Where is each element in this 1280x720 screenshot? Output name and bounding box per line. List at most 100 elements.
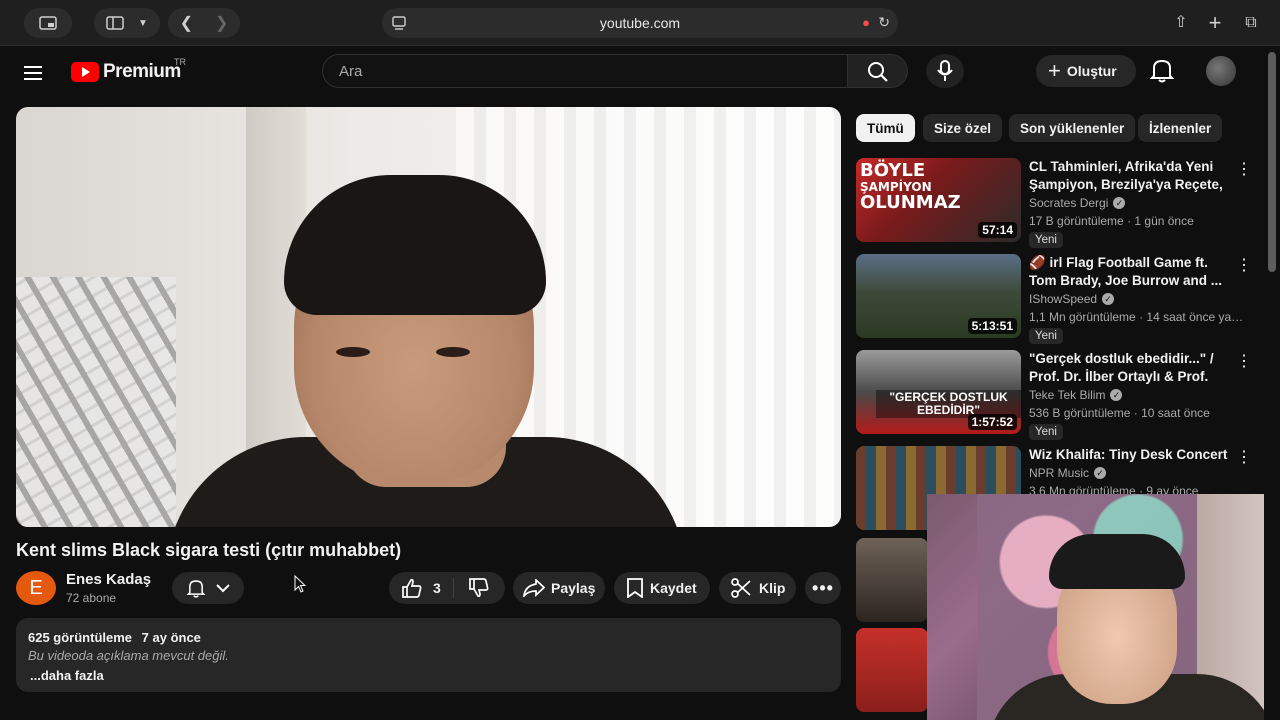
recommendation-channel[interactable]: Socrates Dergi ✓	[1029, 196, 1126, 210]
like-count: 3	[433, 580, 441, 596]
recommendation-item[interactable]: "GERÇEK DOSTLUK EBEDİDİR" 1:57:52 "Gerçe…	[856, 350, 1252, 440]
url-text: youtube.com	[599, 15, 681, 31]
video-frame-tiles	[16, 277, 176, 527]
video-duration: 1:57:52	[967, 414, 1017, 430]
microphone-icon	[937, 60, 953, 81]
video-thumbnail[interactable]	[856, 538, 928, 622]
mouse-cursor-icon	[294, 575, 306, 593]
bell-icon	[186, 580, 206, 598]
chip-recently-uploaded[interactable]: Son yüklenenler	[1009, 114, 1136, 142]
description-text: Bu videoda açıklama mevcut değil.	[28, 648, 229, 663]
youtube-premium-logo[interactable]: Premium TR	[71, 57, 186, 83]
sidebar-toggle-button[interactable]: ▼	[94, 8, 160, 38]
microphone-icon[interactable]: ●	[862, 15, 870, 30]
search-icon	[868, 62, 888, 82]
recommendation-item[interactable]: BÖYLE ŞAMPİYON OLUNMAZ 57:14 CL Tahminleri…	[856, 158, 1252, 248]
save-label: Kaydet	[650, 580, 697, 596]
new-badge: Yeni	[1029, 328, 1063, 344]
notifications-button[interactable]	[1149, 57, 1178, 85]
recommendation-channel[interactable]: IShowSpeed ✓	[1029, 292, 1115, 306]
share-button[interactable]: Paylaş	[513, 572, 605, 604]
share-label: Paylaş	[551, 580, 596, 596]
video-thumbnail[interactable]: BÖYLE ŞAMPİYON OLUNMAZ 57:14	[856, 158, 1021, 242]
recommendation-meta: 1,1 Mn görüntüleme · 14 saat önce yayın.…	[1029, 310, 1249, 324]
verified-check-icon: ✓	[1094, 467, 1107, 479]
video-thumbnail[interactable]	[856, 628, 928, 712]
save-button[interactable]: Kaydet	[614, 572, 710, 604]
address-bar[interactable]: youtube.com ● ↻	[382, 8, 898, 38]
channel-name[interactable]: Enes Kadaş	[66, 571, 151, 588]
clip-button[interactable]: Klip	[719, 572, 796, 604]
chip-watched[interactable]: İzlenenler	[1138, 114, 1223, 142]
subscription-notifications-button[interactable]	[172, 572, 244, 604]
upload-date: 7 ay önce	[141, 630, 201, 645]
video-thumbnail[interactable]: "GERÇEK DOSTLUK EBEDİDİR" 1:57:52	[856, 350, 1021, 434]
recommendation-channel[interactable]: NPR Music ✓	[1029, 466, 1107, 480]
new-badge: Yeni	[1029, 424, 1063, 440]
video-frame-eye	[436, 347, 470, 357]
voice-search-button[interactable]	[926, 54, 964, 88]
video-duration: 5:13:51	[967, 318, 1017, 334]
tabs-icon	[39, 16, 57, 30]
description-meta: 625 görüntüleme 7 ay önce	[28, 630, 829, 645]
scrollbar-thumb[interactable]	[1268, 52, 1276, 272]
chevron-down-icon	[216, 584, 230, 593]
share-arrow-icon	[523, 579, 545, 597]
like-divider	[452, 578, 454, 598]
search-button[interactable]	[848, 54, 908, 88]
kebab-menu-icon[interactable]: ⋮	[1236, 162, 1252, 178]
more-actions-button[interactable]: •••	[805, 572, 841, 604]
like-dislike-group: 3	[389, 572, 505, 604]
recommendation-title[interactable]: 🏈 irl Flag Football Game ft. Tom Brady, …	[1029, 254, 1229, 290]
logo-region: TR	[174, 57, 186, 67]
thumbs-up-icon[interactable]	[401, 578, 423, 598]
verified-check-icon: ✓	[1113, 197, 1126, 209]
recommendation-title[interactable]: CL Tahminleri, Afrika'da Yeni Şampiyon, …	[1029, 158, 1229, 194]
recommendation-channel[interactable]: Teke Tek Bilim ✓	[1029, 388, 1123, 402]
back-button[interactable]: ❮	[180, 13, 193, 33]
view-count: 625 görüntüleme	[28, 630, 133, 645]
thumbs-down-icon[interactable]	[468, 578, 490, 598]
recommendation-title[interactable]: Wiz Khalifa: Tiny Desk Concert	[1029, 446, 1229, 464]
reload-icon[interactable]: ↻	[878, 14, 890, 31]
channel-avatar[interactable]: E	[16, 571, 56, 605]
share-icon[interactable]: ⇧	[1170, 12, 1192, 34]
create-button[interactable]: + Oluştur	[1036, 55, 1136, 87]
bell-icon	[1149, 59, 1175, 83]
recommendation-meta: 536 B görüntüleme · 10 saat önce	[1029, 406, 1210, 420]
account-avatar[interactable]	[1206, 56, 1236, 86]
forward-button[interactable]: ❯	[215, 13, 228, 33]
navigation-buttons: ❮ ❯	[168, 8, 240, 38]
sidebar-icon	[106, 16, 124, 30]
webcam-person-cap	[1049, 534, 1185, 589]
video-frame-eye	[336, 347, 370, 357]
verified-check-icon: ✓	[1102, 293, 1115, 305]
video-thumbnail[interactable]: 5:13:51	[856, 254, 1021, 338]
subscriber-count: 72 abone	[66, 591, 117, 605]
show-more-link[interactable]: ...daha fazla	[28, 668, 829, 683]
clip-label: Klip	[759, 580, 786, 596]
kebab-menu-icon[interactable]: ⋮	[1236, 450, 1252, 466]
tab-overview-button[interactable]	[24, 8, 72, 38]
recommendation-title[interactable]: "Gerçek dostluk ebedidir..." / Prof. Dr.…	[1029, 350, 1229, 386]
tab-grid-icon[interactable]: ⧉	[1240, 12, 1262, 34]
search-input[interactable]: Ara	[322, 54, 848, 88]
verified-check-icon: ✓	[1110, 389, 1123, 401]
page-scrollbar[interactable]	[1264, 46, 1280, 720]
kebab-menu-icon[interactable]: ⋮	[1236, 354, 1252, 370]
chip-for-you[interactable]: Size özel	[923, 114, 1003, 142]
chip-all[interactable]: Tümü	[856, 114, 915, 142]
new-tab-icon[interactable]: +	[1204, 12, 1226, 34]
page-settings-icon[interactable]	[392, 15, 406, 31]
kebab-menu-icon[interactable]: ⋮	[1236, 258, 1252, 274]
youtube-play-icon	[71, 62, 99, 82]
description-box[interactable]: 625 görüntüleme 7 ay önce Bu videoda açı…	[16, 618, 841, 692]
recommendation-item[interactable]: 5:13:51 🏈 irl Flag Football Game ft. Tom…	[856, 254, 1252, 344]
video-player[interactable]	[16, 107, 841, 527]
hamburger-menu-icon[interactable]	[24, 63, 46, 85]
recommendation-meta: 17 B görüntüleme · 1 gün önce	[1029, 214, 1194, 228]
video-title: Kent slims Black sigara testi (çıtır muh…	[16, 540, 402, 560]
search-placeholder: Ara	[339, 62, 363, 80]
video-duration: 57:14	[978, 222, 1017, 238]
thumbnail-text: BÖYLE ŞAMPİYON OLUNMAZ	[860, 160, 961, 213]
